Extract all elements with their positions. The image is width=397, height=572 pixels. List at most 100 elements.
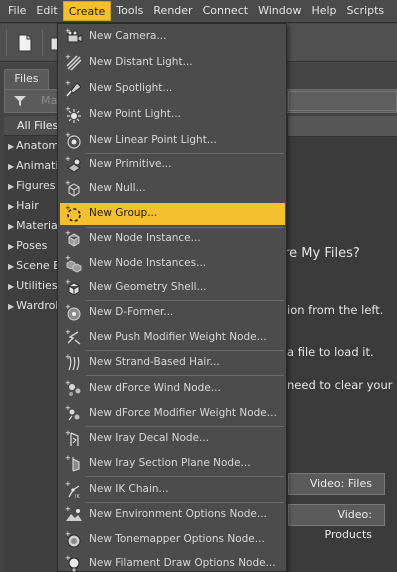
menu-edit[interactable]: Edit <box>31 1 62 21</box>
menu-item-new-tonemapper-options-node[interactable]: + New Tonemapper Options Node... <box>60 529 285 551</box>
menu-item-label: New IK Chain... <box>89 483 169 495</box>
menu-separator <box>86 426 284 427</box>
menu-item-new-spotlight[interactable]: + New Spotlight... <box>60 78 285 100</box>
menu-item-new-camera[interactable]: + New Camera... <box>60 26 285 48</box>
menu-item-new-filament-draw-options-node[interactable]: + New Filament Draw Options Node... <box>60 553 285 572</box>
menu-item-new-point-light[interactable]: + New Point Light... <box>60 104 285 126</box>
expand-arrow-icon[interactable]: ▶ <box>8 302 14 311</box>
push-modifier-icon: + <box>65 328 81 345</box>
expand-arrow-icon[interactable]: ▶ <box>8 162 14 171</box>
menu-item-new-iray-decal-node[interactable]: + New Iray Decal Node... <box>60 428 285 450</box>
filter-icon[interactable] <box>13 94 27 108</box>
expand-arrow-icon[interactable]: ▶ <box>8 182 14 191</box>
menu-item-label: New Geometry Shell... <box>89 281 207 293</box>
menu-item-label: New Primitive... <box>89 158 172 170</box>
video-products-button[interactable]: Video: Products <box>288 504 385 541</box>
distant-light-icon: + <box>65 53 82 71</box>
node-instances-icon: + <box>65 254 82 273</box>
menu-item-new-strand-based-hair[interactable]: + New Strand-Based Hair... <box>60 352 285 374</box>
menu-separator <box>86 300 284 301</box>
svg-text:+: + <box>65 530 71 538</box>
menu-item-label: New Linear Point Light... <box>89 134 217 146</box>
menu-item-new-iray-section-plane-node[interactable]: + New Iray Section Plane Node... <box>60 453 285 475</box>
toolbar-grip <box>6 30 7 56</box>
category-all-files[interactable]: All Files <box>4 116 65 136</box>
new-document-icon[interactable] <box>14 32 36 54</box>
menu-create[interactable]: Create <box>62 1 112 21</box>
category-item[interactable]: ▶ Materials <box>4 216 65 236</box>
category-item[interactable]: ▶ Anatomy <box>4 136 65 156</box>
menu-item-new-environment-options-node[interactable]: + New Environment Options Node... <box>60 504 285 526</box>
filter-placeholder: Ma <box>41 94 58 107</box>
menu-item-label: New Iray Decal Node... <box>89 432 210 444</box>
svg-text:+: + <box>65 429 71 437</box>
svg-text:+: + <box>65 379 71 387</box>
menu-scripts[interactable]: Scripts <box>342 1 390 21</box>
category-label: Wardrob <box>16 299 63 312</box>
menu-item-new-group[interactable]: + New Group... <box>60 203 285 225</box>
video-files-button[interactable]: Video: Files <box>288 473 385 495</box>
iray-section-plane-icon: + <box>65 454 80 472</box>
menu-tools[interactable]: Tools <box>111 1 148 21</box>
menu-item-label: New Tonemapper Options Node... <box>89 533 265 545</box>
menu-item-label: New Push Modifier Weight Node... <box>89 331 267 343</box>
category-label: Hair <box>16 199 39 212</box>
camera-icon: + <box>65 27 83 43</box>
menu-item-label: New dForce Modifier Weight Node... <box>89 407 277 419</box>
create-menu-dropdown: + New Camera... + New Distant Light... +… <box>57 23 287 572</box>
menu-separator <box>86 375 284 376</box>
menu-item-new-push-modifier-weight-node[interactable]: + New Push Modifier Weight Node... <box>60 327 285 349</box>
spotlight-icon: + <box>65 79 82 97</box>
menu-item-label: New Null... <box>89 182 146 194</box>
category-item[interactable]: ▶ Wardrob <box>4 296 65 316</box>
menu-item-new-node-instances[interactable]: + New Node Instances... <box>60 253 285 275</box>
menu-window[interactable]: Window <box>253 1 306 21</box>
category-label: Figures <box>16 179 56 192</box>
expand-arrow-icon[interactable]: ▶ <box>8 222 14 231</box>
view-header <box>288 116 397 137</box>
expand-arrow-icon[interactable]: ▶ <box>8 242 14 251</box>
category-item[interactable]: ▶Animation <box>4 156 65 176</box>
menu-item-label: New Node Instances... <box>89 257 207 269</box>
expand-arrow-icon[interactable]: ▶ <box>8 282 14 291</box>
menu-item-new-linear-point-light[interactable]: + New Linear Point Light... <box>60 130 285 152</box>
dformer-icon: + <box>65 303 81 321</box>
menu-file[interactable]: File <box>3 1 31 21</box>
menu-item-new-dformer[interactable]: + New D-Former... <box>60 302 285 324</box>
iray-decal-icon: + <box>65 429 79 446</box>
menu-item-label: New Iray Section Plane Node... <box>89 457 251 469</box>
menu-help[interactable]: Help <box>306 1 341 21</box>
menu-render[interactable]: Render <box>148 1 197 21</box>
environment-options-icon: + <box>65 505 82 521</box>
menu-item-new-primitive[interactable]: + New Primitive... <box>60 154 285 176</box>
svg-text:+: + <box>65 353 71 361</box>
expand-arrow-icon[interactable]: ▶ <box>8 202 14 211</box>
menu-item-new-dforce-wind-node[interactable]: + New dForce Wind Node... <box>60 378 285 400</box>
menu-item-new-geometry-shell[interactable]: + New Geometry Shell... <box>60 277 285 299</box>
category-label: Scene B <box>16 259 61 272</box>
svg-text:+: + <box>65 554 71 562</box>
category-item[interactable]: ▶ Poses <box>4 236 65 256</box>
menu-separator <box>86 350 284 351</box>
category-item[interactable]: ▶ Utilities <box>4 276 65 296</box>
svg-text:+: + <box>65 480 71 488</box>
menu-item-label: New Distant Light... <box>89 56 193 68</box>
menu-item-new-dforce-modifier-weight-node[interactable]: + New dForce Modifier Weight Node... <box>60 403 285 425</box>
svg-text:+: + <box>65 204 71 212</box>
expand-arrow-icon[interactable]: ▶ <box>8 262 14 271</box>
menu-item-new-node-instance[interactable]: + New Node Instance... <box>60 228 285 250</box>
category-item[interactable]: ▶ Hair <box>4 196 65 216</box>
tab-files[interactable]: Files <box>4 69 49 89</box>
menu-item-new-null[interactable]: + New Null... <box>60 178 285 200</box>
menu-item-new-distant-light[interactable]: + New Distant Light... <box>60 52 285 74</box>
filament-draw-options-icon: + <box>65 554 80 572</box>
svg-text:+: + <box>65 53 71 61</box>
search-input[interactable] <box>288 91 397 111</box>
menu-connect[interactable]: Connect <box>198 1 253 21</box>
expand-arrow-icon[interactable]: ▶ <box>8 142 14 151</box>
info-line: a file to load it. <box>287 345 374 359</box>
category-label: Utilities <box>16 279 58 292</box>
category-item[interactable]: ▶ Scene B <box>4 256 65 276</box>
menu-item-new-ik-chain[interactable]: IK + New IK Chain... <box>60 479 285 501</box>
category-item[interactable]: ▶ Figures <box>4 176 65 196</box>
